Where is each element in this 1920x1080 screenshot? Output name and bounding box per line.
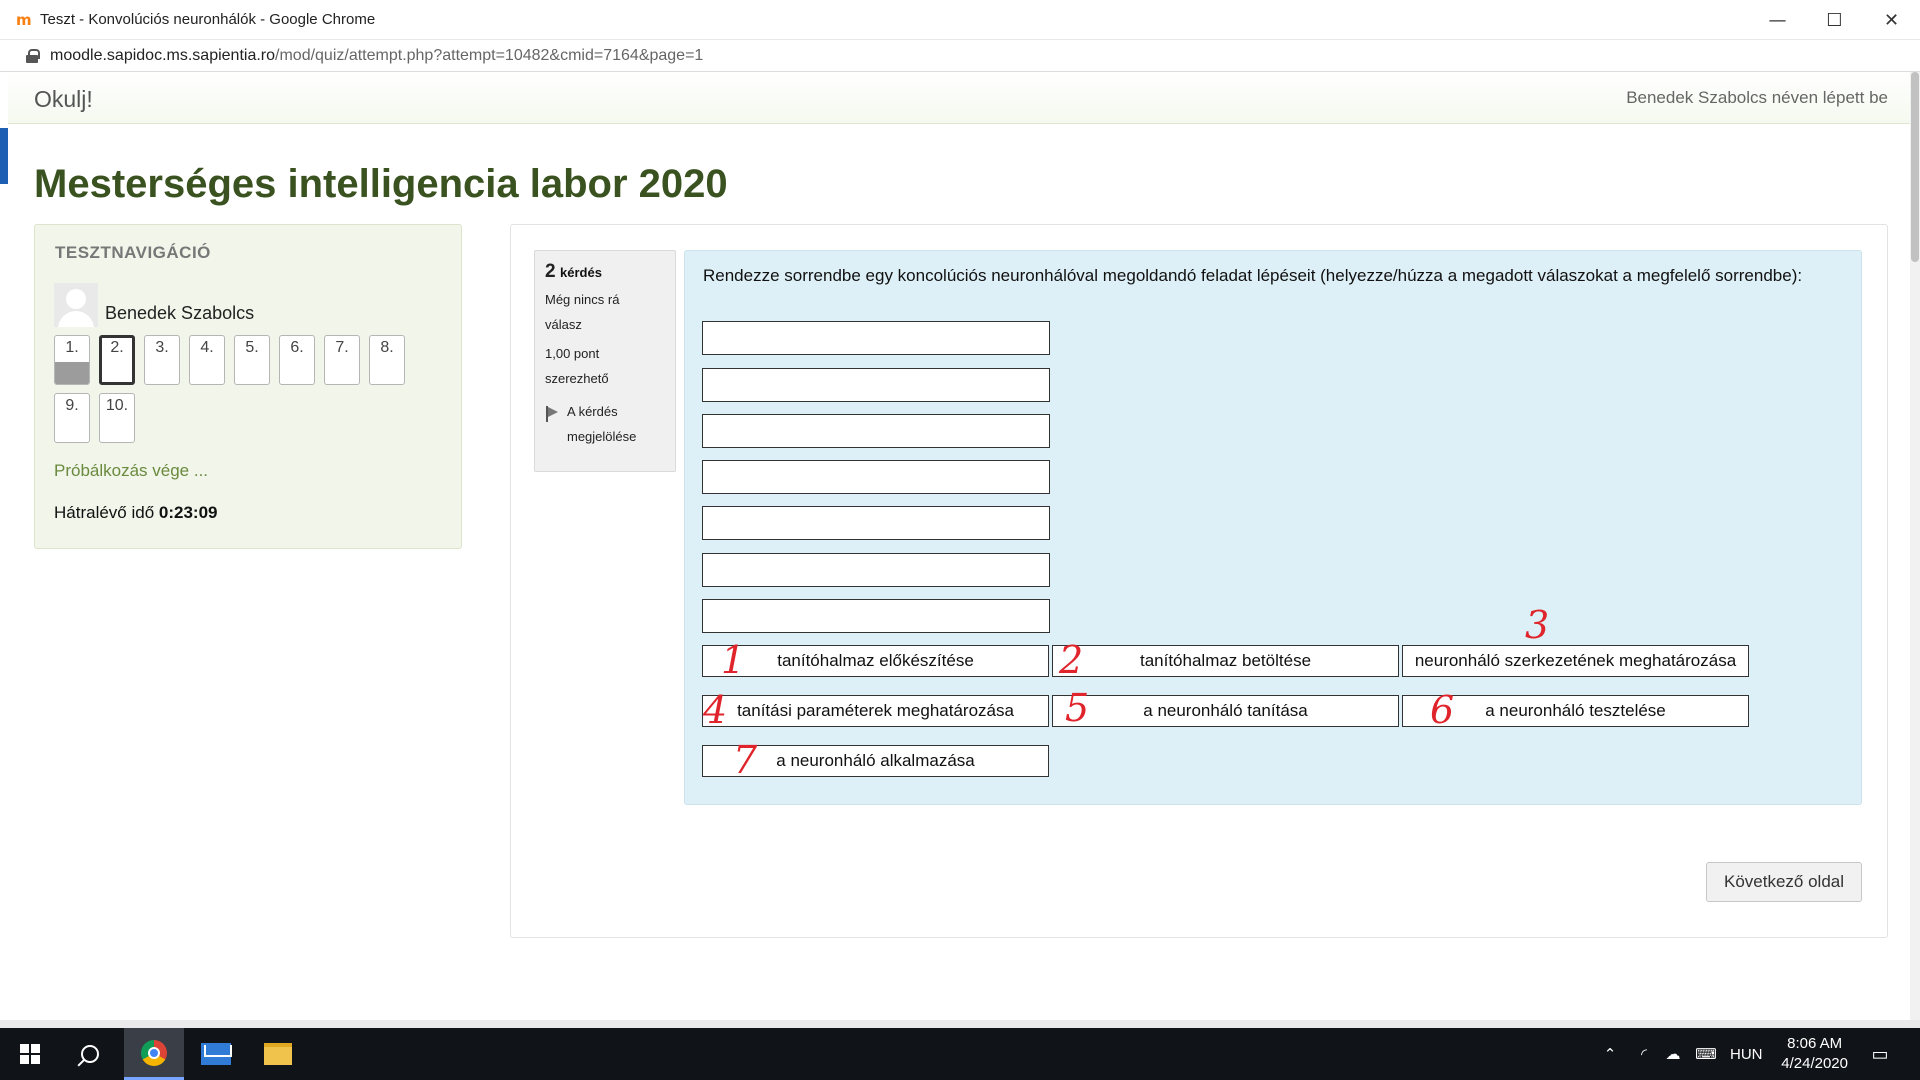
user-name[interactable]: Benedek Szabolcs	[105, 303, 254, 324]
drop-zone-5[interactable]	[702, 506, 1050, 540]
drag-item-2[interactable]: tanítóhalmaz betöltése	[1052, 645, 1399, 677]
page-title: Mesterséges intelligencia labor 2020	[34, 162, 728, 206]
question-info: 2 kérdés Még nincs rá válasz 1,00 pont sze…	[534, 250, 676, 472]
onedrive-cloud-icon[interactable]: ☁	[1660, 1028, 1686, 1080]
start-button[interactable]	[0, 1028, 60, 1080]
wifi-icon[interactable]: ◜	[1632, 1028, 1656, 1080]
finish-attempt-link[interactable]: Próbálkozás vége ...	[54, 461, 208, 481]
language-indicator[interactable]: HUN	[1730, 1028, 1763, 1080]
question-state: Még nincs rá válasz	[545, 292, 620, 332]
question-nav-button-4[interactable]: 4.	[189, 335, 225, 385]
url-text[interactable]: moodle.sapidoc.ms.sapientia.ro/mod/quiz/…	[50, 47, 703, 65]
drag-item-3[interactable]: neuronháló szerkezetének meghatározása	[1402, 645, 1749, 677]
question-nav-button-8[interactable]: 8.	[369, 335, 405, 385]
question-nav-button-3[interactable]: 3.	[144, 335, 180, 385]
mail-icon	[201, 1043, 231, 1065]
tray-chevron-icon[interactable]: ⌃	[1598, 1028, 1622, 1080]
drop-zone-6[interactable]	[702, 553, 1050, 587]
drag-item-5[interactable]: a neuronháló tanítása	[1052, 695, 1399, 727]
url-domain: moodle.sapidoc.ms.sapientia.ro	[50, 46, 276, 64]
flag-icon	[545, 406, 559, 422]
background-strip	[0, 1020, 1920, 1028]
question-nav-label: 2.	[110, 339, 124, 356]
user-avatar[interactable]	[54, 283, 98, 327]
question-points: 1,00 pont szerezhető	[545, 346, 609, 386]
question-nav-label: 5.	[245, 339, 259, 356]
quiz-navigation-heading: TESZTNAVIGÁCIÓ	[55, 243, 211, 262]
maximize-button[interactable]: ☐	[1806, 0, 1863, 40]
handwritten-mark-6: 6	[1430, 688, 1455, 732]
taskbar-clock[interactable]: 8:06 AM 4/24/2020	[1781, 1034, 1848, 1074]
drop-zone-7[interactable]	[702, 599, 1050, 633]
handwritten-mark-5: 5	[1065, 686, 1090, 730]
address-bar[interactable]: moodle.sapidoc.ms.sapientia.ro/mod/quiz/…	[0, 40, 1920, 72]
drop-zone-1[interactable]	[702, 321, 1050, 355]
page-scrollbar[interactable]	[1910, 72, 1920, 1022]
drop-zone-2[interactable]	[702, 368, 1050, 402]
question-nav-label: 8.	[380, 339, 394, 356]
question-nav-label: 6.	[290, 339, 304, 356]
window-controls: — ☐ ✕	[1749, 0, 1920, 40]
window-titlebar: m Teszt - Konvolúciós neuronhálók - Goog…	[0, 0, 1920, 40]
url-path: /mod/quiz/attempt.php?attempt=10482&cmid…	[275, 46, 704, 64]
clock-time: 8:06 AM	[1787, 1035, 1843, 1052]
drop-zone-4[interactable]	[702, 460, 1050, 494]
handwritten-mark-7: 7	[733, 738, 758, 782]
question-nav-button-2[interactable]: 2.	[99, 335, 135, 385]
question-label: kérdés	[560, 265, 602, 280]
next-page-button[interactable]: Következő oldal	[1706, 862, 1862, 902]
question-nav-label: 4.	[200, 339, 214, 356]
drag-item-1[interactable]: tanítóhalmaz előkészítése	[702, 645, 1049, 677]
time-remaining: Hátralévő idő 0:23:09	[54, 503, 218, 523]
question-number: 2	[545, 261, 556, 282]
question-nav-label: 7.	[335, 339, 349, 356]
keyboard-icon[interactable]: ⌨	[1690, 1028, 1722, 1080]
windows-logo-icon	[20, 1044, 40, 1064]
drag-item-4[interactable]: tanítási paraméterek meghatározása	[702, 695, 1049, 727]
handwritten-mark-4: 4	[703, 688, 728, 732]
lock-icon[interactable]	[26, 48, 40, 63]
moodle-favicon-icon: m	[16, 10, 32, 29]
question-nav-label: 9.	[65, 397, 79, 414]
taskbar-chrome[interactable]	[124, 1028, 184, 1080]
search-icon	[81, 1045, 99, 1063]
login-info[interactable]: Benedek Szabolcs néven lépett be	[1626, 88, 1888, 108]
handwritten-mark-3: 3	[1525, 603, 1550, 647]
flag-question-button[interactable]: A kérdés megjelölése	[545, 399, 665, 449]
taskbar-file-explorer[interactable]	[248, 1028, 308, 1080]
background-edge	[0, 128, 8, 184]
handwritten-mark-2: 2	[1059, 638, 1084, 682]
drop-zone-3[interactable]	[702, 414, 1050, 448]
timer-label: Hátralévő idő	[54, 503, 155, 522]
question-text: Rendezze sorrendbe egy koncolúciós neuro…	[703, 266, 1803, 285]
scrollbar-thumb[interactable]	[1911, 72, 1919, 262]
question-nav-button-5[interactable]: 5.	[234, 335, 270, 385]
question-nav-button-6[interactable]: 6.	[279, 335, 315, 385]
quiz-navigation-block: TESZTNAVIGÁCIÓ Benedek Szabolcs 1. 2. 3.…	[34, 224, 462, 549]
chrome-icon	[141, 1039, 167, 1066]
handwritten-mark-1: 1	[721, 638, 746, 682]
clock-date: 4/24/2020	[1781, 1055, 1848, 1072]
question-nav-label: 1.	[65, 339, 79, 356]
timer-value: 0:23:09	[158, 503, 218, 522]
question-nav-button-10[interactable]: 10.	[99, 393, 135, 443]
action-center-icon[interactable]: ▭	[1862, 1028, 1898, 1080]
answered-indicator	[55, 362, 89, 384]
windows-taskbar: ⌃ ◜ ☁ ⌨ HUN 8:06 AM 4/24/2020 ▭	[0, 1028, 1920, 1080]
window-title: Teszt - Konvolúciós neuronhálók - Google…	[40, 11, 376, 28]
question-nav-button-9[interactable]: 9.	[54, 393, 90, 443]
site-brand-link[interactable]: Okulj!	[34, 86, 93, 113]
flag-label: A kérdés megjelölése	[567, 404, 637, 444]
folder-icon	[264, 1043, 292, 1065]
taskbar-search-button[interactable]	[60, 1028, 120, 1080]
question-nav-label: 3.	[155, 339, 169, 356]
taskbar-mail[interactable]	[186, 1028, 246, 1080]
question-nav-label: 10.	[105, 397, 129, 414]
minimize-button[interactable]: —	[1749, 0, 1806, 40]
close-button[interactable]: ✕	[1863, 0, 1920, 40]
site-header: Okulj! Benedek Szabolcs néven lépett be	[8, 72, 1912, 124]
question-content: Rendezze sorrendbe egy koncolúciós neuro…	[684, 250, 1862, 805]
question-nav-button-7[interactable]: 7.	[324, 335, 360, 385]
question-nav-button-1[interactable]: 1.	[54, 335, 90, 385]
